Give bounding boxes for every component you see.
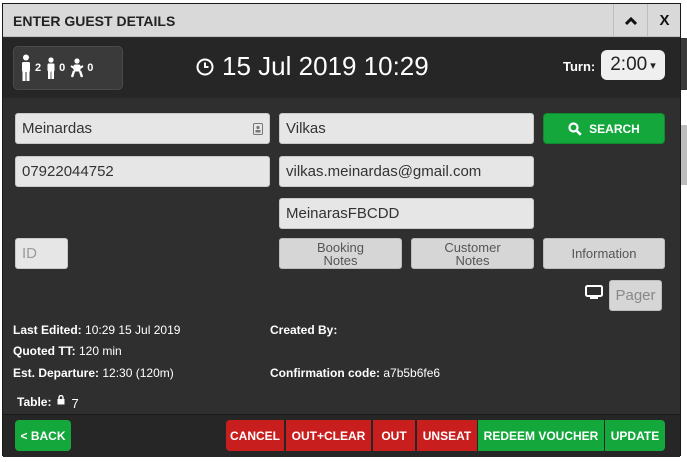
booking-notes-button[interactable]: Booking Notes	[279, 238, 402, 269]
contact-card-icon	[253, 123, 263, 135]
information-label: Information	[571, 246, 637, 261]
search-icon	[568, 121, 582, 136]
last-name-value: Vilkas	[286, 120, 326, 137]
customer-notes-label: Customer Notes	[444, 239, 501, 268]
children-count[interactable]: 0	[46, 57, 65, 79]
information-button[interactable]: Information	[543, 238, 665, 269]
collapse-button[interactable]	[613, 4, 647, 37]
back-button-label: < BACK	[20, 428, 66, 443]
chevron-up-icon	[624, 16, 637, 25]
background-strip	[681, 38, 687, 90]
created-by-label: Created By:	[270, 323, 338, 337]
last-edited-value: 10:29 15 Jul 2019	[85, 323, 181, 337]
search-button-label: SEARCH	[589, 121, 640, 136]
id-input[interactable]: ID	[15, 238, 68, 269]
quoted-tt-label: Quoted TT:	[13, 344, 76, 358]
adults-count-value: 2	[35, 62, 42, 74]
est-departure-value: 12:30 (120m)	[102, 366, 174, 380]
first-name-input[interactable]: Meinardas	[15, 113, 270, 144]
table-value: 7	[71, 396, 79, 411]
monitor-icon	[585, 285, 603, 299]
guest-count-selector[interactable]: 2 0 0	[13, 46, 123, 90]
cancel-button[interactable]: CANCEL	[226, 420, 284, 451]
out-button-label: OUT	[381, 428, 407, 443]
adult-icon	[22, 54, 30, 81]
babies-count[interactable]: 0	[70, 58, 93, 78]
quoted-tt-row: Quoted TT: 120 min	[13, 344, 122, 358]
out-clear-button[interactable]: OUT+CLEAR	[286, 420, 371, 451]
company-input[interactable]: MeinarasFBCDD	[279, 198, 534, 229]
background-strip	[681, 125, 687, 185]
company-value: MeinarasFBCDD	[286, 205, 400, 222]
close-button[interactable]: X	[647, 4, 681, 37]
form-body: Meinardas Vilkas SEARCH 07922044752 vilk…	[3, 98, 680, 414]
guest-details-dialog: ENTER GUEST DETAILS X 2 0 0 15 Jul 2019 …	[2, 3, 681, 457]
last-name-input[interactable]: Vilkas	[279, 113, 534, 144]
unseat-button[interactable]: UNSEAT	[417, 420, 477, 451]
header-bar: 2 0 0 15 Jul 2019 10:29 Turn: 2:00 ▾	[3, 38, 680, 98]
adults-count[interactable]: 2	[20, 54, 41, 82]
children-count-value: 0	[59, 62, 66, 74]
turn-select[interactable]: 2:00 ▾	[601, 50, 665, 80]
table-label: Table:	[17, 395, 52, 409]
first-name-value: Meinardas	[22, 120, 93, 137]
turn-label: Turn:	[563, 59, 596, 74]
id-placeholder: ID	[22, 245, 37, 262]
customer-notes-button[interactable]: Customer Notes	[411, 238, 534, 269]
search-button[interactable]: SEARCH	[543, 113, 665, 144]
out-clear-button-label: OUT+CLEAR	[291, 428, 366, 443]
est-departure-row: Est. Departure: 12:30 (120m)	[13, 366, 174, 380]
child-icon	[47, 57, 55, 79]
confirmation-code-label: Confirmation code:	[270, 366, 380, 380]
out-button[interactable]: OUT	[373, 420, 415, 451]
datetime-value: 15 Jul 2019 10:29	[222, 51, 429, 81]
cancel-button-label: CANCEL	[230, 428, 280, 443]
last-edited-label: Last Edited:	[13, 323, 82, 337]
turn-value: 2:00	[610, 54, 648, 75]
phone-input[interactable]: 07922044752	[15, 156, 270, 187]
lock-icon	[57, 394, 65, 404]
quoted-tt-value: 120 min	[79, 344, 122, 358]
title-bar: ENTER GUEST DETAILS X	[3, 4, 680, 37]
phone-value: 07922044752	[22, 163, 114, 180]
babies-count-value: 0	[87, 62, 94, 74]
pager-button[interactable]: Pager	[609, 280, 662, 311]
clock-icon	[196, 58, 214, 75]
reservation-datetime[interactable]: 15 Jul 2019 10:29	[196, 51, 429, 82]
unseat-button-label: UNSEAT	[422, 428, 472, 443]
chevron-down-icon: ▾	[650, 59, 656, 72]
booking-notes-label: Booking Notes	[317, 239, 364, 268]
footer-bar: < BACK CANCEL OUT+CLEAR OUT UNSEAT REDEE…	[3, 414, 680, 457]
redeem-voucher-button[interactable]: REDEEM VOUCHER	[478, 420, 604, 451]
created-by-row: Created By:	[270, 323, 337, 337]
back-button[interactable]: < BACK	[15, 420, 71, 451]
confirmation-code-row: Confirmation code: a7b5b6fe6	[270, 366, 440, 380]
baby-icon	[70, 58, 84, 78]
last-edited-row: Last Edited: 10:29 15 Jul 2019	[13, 323, 180, 337]
pager-label: Pager	[615, 287, 656, 304]
table-row: Table: 7	[17, 393, 79, 411]
update-button[interactable]: UPDATE	[605, 420, 665, 451]
dialog-title: ENTER GUEST DETAILS	[13, 13, 176, 29]
redeem-voucher-button-label: REDEEM VOUCHER	[483, 428, 599, 443]
email-input[interactable]: vilkas.meinardas@gmail.com	[279, 156, 534, 187]
email-value: vilkas.meinardas@gmail.com	[286, 163, 482, 180]
update-button-label: UPDATE	[610, 428, 660, 443]
confirmation-code-value: a7b5b6fe6	[383, 366, 441, 380]
est-departure-label: Est. Departure:	[13, 366, 100, 380]
close-icon: X	[659, 12, 670, 29]
